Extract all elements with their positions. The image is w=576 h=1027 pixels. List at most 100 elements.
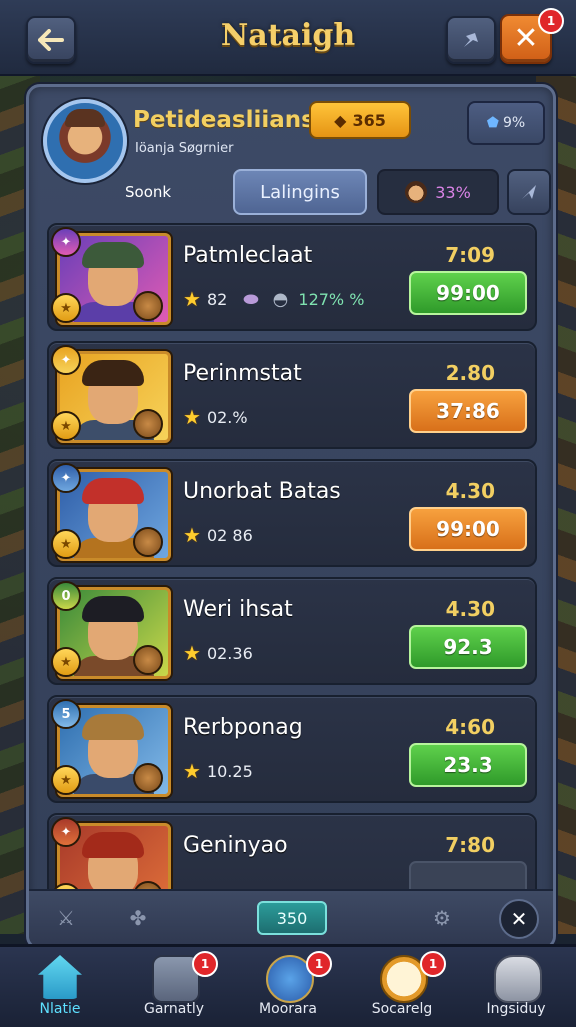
hero-rating: 10.25 <box>206 761 253 781</box>
price-button[interactable]: 99:00 <box>409 271 527 315</box>
price-button[interactable]: 92.3 <box>409 625 527 669</box>
hero-row[interactable]: ✦ ★ Unorbat Batas ★ 02 86 4.30 99:00 <box>47 459 537 567</box>
hero-hair <box>82 596 144 622</box>
hero-stats: ★ 02 86 <box>183 523 253 547</box>
hero-rating: 02.% <box>206 407 248 427</box>
nav-label: Garnatly <box>143 1001 205 1017</box>
percent-pill[interactable]: 33% <box>377 169 499 215</box>
hero-timer: 4.30 <box>445 479 495 503</box>
profile-section: Petideasliians Iöanja Søgrnier ◆ 365 ⬟ 9… <box>39 93 551 215</box>
gold-counter[interactable]: ◆ 365 <box>309 101 411 139</box>
orb-badge-icon <box>133 409 163 439</box>
orb-badge-icon <box>133 763 163 793</box>
hero-row[interactable]: 5 ★ Rerbponag ★ 10.25 4:60 23.3 <box>47 695 537 803</box>
cauldron-icon <box>494 955 542 1003</box>
close-icon: ✕ <box>510 907 528 931</box>
class-badge-icon: ✦ <box>51 817 81 847</box>
price-button[interactable]: 99:00 <box>409 507 527 551</box>
hero-timer: 4:60 <box>445 715 495 739</box>
hero-row[interactable]: ✦ ★ Patmleclaat ★ 82 ⬬ ◓ 127% % 7:09 99:00 <box>47 223 537 331</box>
hero-rating: 82 <box>206 289 228 309</box>
hero-hair <box>82 360 144 386</box>
hero-rating: 02 86 <box>206 525 253 545</box>
hero-name: Patmleclaat <box>183 243 313 268</box>
nav-item[interactable]: Garnatly 1 <box>118 949 230 1025</box>
gem-icon: ⬬ <box>243 288 259 310</box>
star-badge-icon: ★ <box>51 765 81 795</box>
hero-row[interactable]: ✦ ★ Perinmstat ★ 02.% 2.80 37:86 <box>47 341 537 449</box>
class-badge-icon: 5 <box>51 699 81 729</box>
top-header: Nataigh ✕ 1 <box>0 0 576 76</box>
notification-badge: 1 <box>192 951 218 977</box>
star-badge-icon: ★ <box>51 411 81 441</box>
send-button[interactable] <box>507 169 551 215</box>
class-badge-icon: ✦ <box>51 345 81 375</box>
hero-bonus: 127% % <box>298 289 365 309</box>
close-icon: ✕ <box>513 21 539 56</box>
star-icon: ★ <box>183 759 201 783</box>
star-icon: ★ <box>183 641 201 665</box>
player-avatar[interactable] <box>43 99 127 183</box>
hero-hair <box>82 478 144 504</box>
hero-timer: 7:80 <box>445 833 495 857</box>
star-badge-icon: ★ <box>51 529 81 559</box>
hero-rating: 02.36 <box>206 643 253 663</box>
nav-item[interactable]: Socarelg 1 <box>346 949 458 1025</box>
hero-stats: ★ 10.25 <box>183 759 253 783</box>
nav-label: Ingsiduy <box>486 1001 546 1017</box>
helmet-icon: ◓ <box>272 288 289 310</box>
player-name: Petideasliians <box>133 107 315 133</box>
star-icon: ★ <box>183 405 201 429</box>
price-button[interactable]: 37:86 <box>409 389 527 433</box>
notification-badge: 1 <box>306 951 332 977</box>
price-label: 99:00 <box>436 281 500 305</box>
hero-name: Weri ihsat <box>183 597 293 622</box>
nav-label: Moorara <box>259 1001 317 1017</box>
hero-name: Perinmstat <box>183 361 302 386</box>
pin-icon <box>464 33 478 47</box>
hero-name: Rerbponag <box>183 715 303 740</box>
hero-row[interactable]: 0 ★ Weri ihsat ★ 02.36 4.30 92.3 <box>47 577 537 685</box>
nav-item[interactable]: Nlatie <box>4 949 116 1025</box>
nav-item[interactable]: Ingsiduy <box>460 949 572 1025</box>
shield-stat[interactable]: ⬟ 9% <box>467 101 545 145</box>
nav-item[interactable]: Moorara 1 <box>232 949 344 1025</box>
class-badge-icon: ✦ <box>51 463 81 493</box>
class-badge-icon: 0 <box>51 581 81 611</box>
sword-icon[interactable]: ⚔ <box>49 901 83 935</box>
hero-name: Geninyao <box>183 833 288 858</box>
hero-name: Unorbat Batas <box>183 479 341 504</box>
hero-hair <box>82 832 144 858</box>
nav-label: Socarelg <box>371 1001 433 1017</box>
hero-timer: 2.80 <box>445 361 495 385</box>
pin-button[interactable] <box>446 16 496 64</box>
orb-badge-icon <box>133 527 163 557</box>
hero-timer: 7:09 <box>445 243 495 267</box>
notification-badge: 1 <box>420 951 446 977</box>
shield-value: 9% <box>502 115 526 131</box>
nav-label: Nlatie <box>39 1001 81 1017</box>
star-badge-icon: ★ <box>51 647 81 677</box>
toolbar-counter[interactable]: 350 <box>257 901 327 935</box>
clover-icon[interactable]: ✤ <box>121 901 155 935</box>
price-label: 37:86 <box>436 399 500 423</box>
shield-icon: ⬟ <box>486 115 499 131</box>
hero-stats: ★ 02.% <box>183 405 248 429</box>
send-icon <box>522 185 536 199</box>
star-badge-icon: ★ <box>51 293 81 323</box>
price-label: 99:00 <box>436 517 500 541</box>
bottom-nav: Nlatie Garnatly 1 Moorara 1 Socarelg 1 Ingsiduy <box>0 944 576 1027</box>
star-icon: ★ <box>183 523 201 547</box>
price-button[interactable]: 23.3 <box>409 743 527 787</box>
class-badge-icon: ✦ <box>51 227 81 257</box>
settings-icon[interactable]: ⚙ <box>425 901 459 935</box>
percent-value: 33% <box>435 182 471 202</box>
price-label: 23.3 <box>443 753 493 777</box>
orb-badge-icon <box>133 291 163 321</box>
toolbar-close-button[interactable]: ✕ <box>499 899 539 939</box>
hero-timer: 4.30 <box>445 597 495 621</box>
hero-face-icon <box>405 181 428 203</box>
hero-stats: ★ 02.36 <box>183 641 253 665</box>
main-panel: Petideasliians Iöanja Søgrnier ◆ 365 ⬟ 9… <box>26 84 556 950</box>
tab-lalingins[interactable]: Lalingins <box>233 169 367 215</box>
